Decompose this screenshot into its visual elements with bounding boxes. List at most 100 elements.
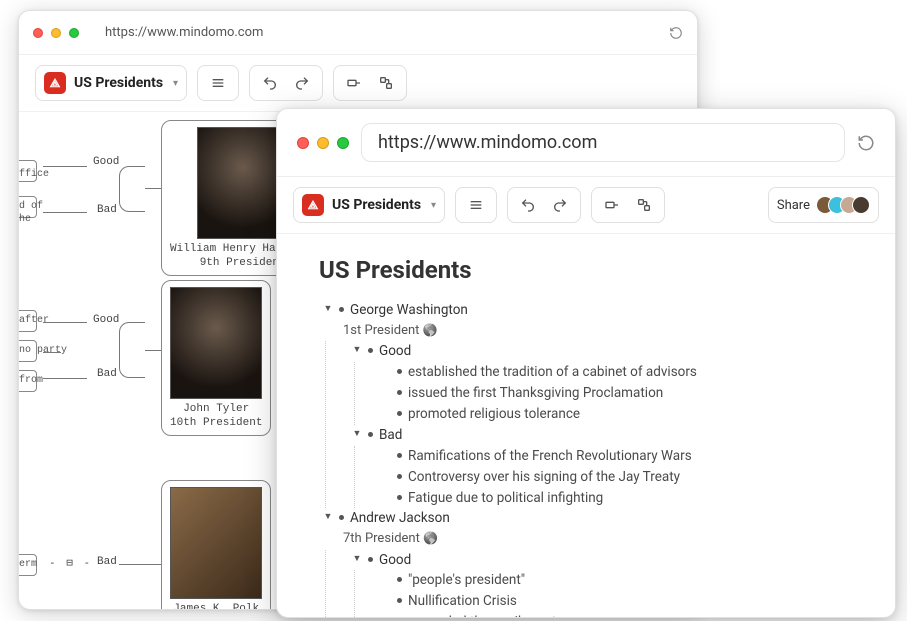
view-mode-b-button[interactable] <box>374 73 398 93</box>
refresh-icon[interactable] <box>669 26 683 40</box>
connector <box>43 378 87 379</box>
collapse-marker[interactable]: - ⊟ - <box>49 556 92 569</box>
collapse-toggle-icon[interactable]: ▼ <box>352 553 362 567</box>
share-button[interactable]: Share <box>768 187 879 223</box>
outline-item-text: established the tradition of a cabinet o… <box>408 362 697 383</box>
undo-button[interactable] <box>258 73 282 93</box>
view-mode-a-button[interactable] <box>342 73 366 93</box>
collapse-toggle-icon[interactable]: ▼ <box>323 511 333 525</box>
doc-title: US Presidents <box>74 75 163 91</box>
minimize-icon[interactable] <box>51 28 61 38</box>
outline-item[interactable]: Nullification Crisis <box>377 591 865 612</box>
connector <box>43 322 87 323</box>
outline-president[interactable]: ▼George Washington1st President 🌎▼Good e… <box>319 300 865 508</box>
menu-button[interactable] <box>455 187 497 223</box>
app-toolbar-front: ⟁ US Presidents ▾ Share <box>277 177 895 234</box>
hamburger-icon <box>464 195 488 215</box>
view-mode-a-button[interactable] <box>600 195 624 215</box>
bullet-icon <box>397 495 402 500</box>
outline-item-text: "people's president" <box>408 570 525 591</box>
outline-item-text: promoted religious tolerance <box>408 404 580 425</box>
outline-item-text: Fatigue due to political infighting <box>408 488 603 509</box>
bullet-icon <box>397 369 402 374</box>
globe-icon: 🌎 <box>423 323 438 337</box>
avatar <box>852 196 870 214</box>
hamburger-icon <box>206 73 230 93</box>
bullet-icon <box>397 598 402 603</box>
connector <box>119 166 145 212</box>
minimize-icon[interactable] <box>317 137 329 149</box>
text-fragment: ffice <box>19 168 49 181</box>
section-label: Bad <box>379 425 402 446</box>
close-icon[interactable] <box>297 137 309 149</box>
portrait-image <box>170 287 262 399</box>
branch-label-bad: Bad <box>97 204 117 216</box>
history-controls <box>249 65 323 101</box>
view-controls <box>333 65 407 101</box>
maximize-icon[interactable] <box>69 28 79 38</box>
outline-item-text: Ramifications of the French Revolutionar… <box>408 446 692 467</box>
portrait-image <box>197 127 289 239</box>
connector <box>43 166 87 167</box>
president-name: John Tyler <box>170 403 262 417</box>
text-fragment: no party <box>19 344 67 357</box>
close-icon[interactable] <box>33 28 43 38</box>
outline-item[interactable]: Controversy over his signing of the Jay … <box>377 467 865 488</box>
collapse-toggle-icon[interactable]: ▼ <box>352 344 362 358</box>
bullet-icon <box>339 515 344 520</box>
undo-button[interactable] <box>516 195 540 215</box>
outline-item[interactable]: Fatigue due to political infighting <box>377 488 865 509</box>
refresh-icon[interactable] <box>857 134 875 152</box>
outline-view[interactable]: US Presidents ▼George Washington1st Pres… <box>277 234 895 618</box>
address-bar[interactable]: https://www.mindomo.com <box>91 19 657 46</box>
branch-label-bad: Bad <box>97 556 117 568</box>
redo-button[interactable] <box>548 195 572 215</box>
outline-item[interactable]: promoted religious tolerance <box>377 404 865 425</box>
outline-item[interactable]: "people's president" <box>377 570 865 591</box>
doc-selector[interactable]: ⟁ US Presidents ▾ <box>35 65 187 101</box>
bullet-icon <box>339 307 344 312</box>
bullet-icon <box>368 432 373 437</box>
view-mode-b-button[interactable] <box>632 195 656 215</box>
outline-item-text: Controversy over his signing of the Jay … <box>408 467 680 488</box>
outline-section-bad[interactable]: ▼ Bad Ramifications of the French Revolut… <box>348 425 865 509</box>
collapse-toggle-icon[interactable]: ▼ <box>323 303 333 317</box>
section-label: Good <box>379 341 411 362</box>
history-controls <box>507 187 581 223</box>
app-logo-icon: ⟁ <box>302 194 324 216</box>
collapse-toggle-icon[interactable]: ▼ <box>352 428 362 442</box>
chevron-down-icon: ▾ <box>173 78 178 89</box>
outline-item-text: Nullification Crisis <box>408 591 517 612</box>
chevron-down-icon: ▾ <box>431 200 436 211</box>
connector <box>119 564 161 565</box>
section-label: Good <box>379 550 411 571</box>
outline-president[interactable]: ▼Andrew Jackson7th President 🌎▼Good "peo… <box>319 508 865 618</box>
president-card[interactable]: John Tyler 10th President <box>161 280 271 436</box>
bullet-icon <box>397 577 402 582</box>
outline-section-good[interactable]: ▼ Good "people's president" Nullification… <box>348 550 865 619</box>
bullet-icon <box>368 348 373 353</box>
window-controls <box>297 137 349 149</box>
app-toolbar-back: ⟁ US Presidents ▾ <box>19 55 697 112</box>
menu-button[interactable] <box>197 65 239 101</box>
redo-button[interactable] <box>290 73 314 93</box>
outline-item-text: expanded the spoils system <box>408 612 575 618</box>
outline-item[interactable]: issued the first Thanksgiving Proclamati… <box>377 383 865 404</box>
maximize-icon[interactable] <box>337 137 349 149</box>
president-order: 10th President <box>170 417 262 431</box>
text-fragment: erm <box>19 558 37 571</box>
text-fragment: d ofhe <box>19 200 43 226</box>
bullet-icon <box>397 390 402 395</box>
outline-tree: ▼George Washington1st President 🌎▼Good e… <box>319 300 865 618</box>
address-bar[interactable]: https://www.mindomo.com <box>361 123 845 162</box>
outline-section-good[interactable]: ▼ Good established the tradition of a cab… <box>348 341 865 425</box>
portrait-image <box>170 487 262 599</box>
president-card[interactable]: James K. Polk 11th President <box>161 480 271 610</box>
branch-label-good: Good <box>93 314 119 326</box>
outline-item[interactable]: established the tradition of a cabinet o… <box>377 362 865 383</box>
doc-selector[interactable]: ⟁ US Presidents ▾ <box>293 187 445 223</box>
president-subtitle: 7th President 🌎 <box>323 529 865 549</box>
outline-item[interactable]: expanded the spoils system <box>377 612 865 618</box>
outline-item[interactable]: Ramifications of the French Revolutionar… <box>377 446 865 467</box>
titlebar-back: https://www.mindomo.com <box>19 11 697 55</box>
